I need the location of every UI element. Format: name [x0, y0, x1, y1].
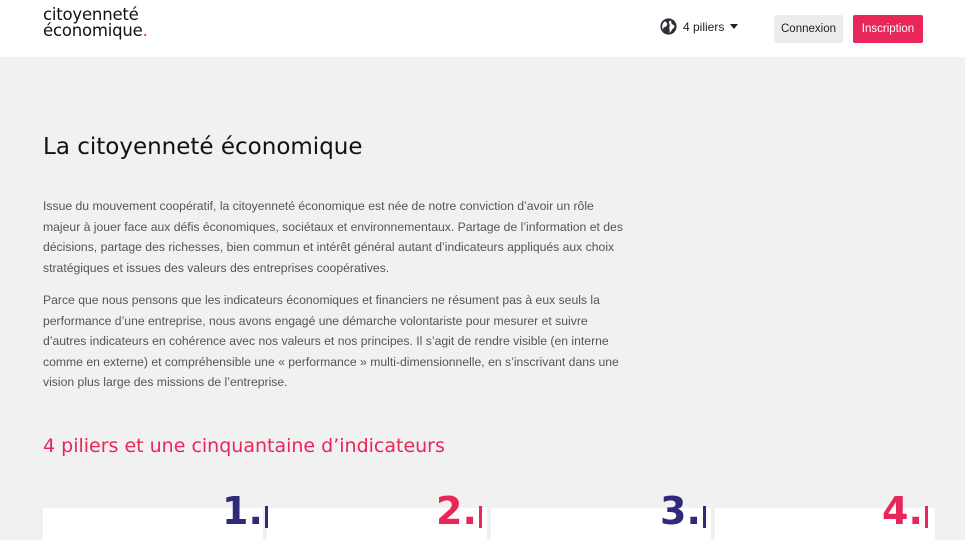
- pillar-number-2: 2.: [436, 491, 482, 531]
- page-title: La citoyenneté économique: [43, 134, 363, 160]
- pillars-menu-label: 4 piliers: [683, 19, 725, 34]
- logo-dot: .: [142, 21, 148, 40]
- site-logo[interactable]: citoyenneté économique.: [43, 6, 148, 40]
- approach-paragraph: Parce que nous pensons que les indicateu…: [43, 293, 619, 389]
- pillar-number-3: 3.: [660, 491, 706, 531]
- signup-button[interactable]: Inscription: [853, 15, 923, 43]
- logo-line2: économique: [43, 21, 143, 40]
- pillars-dropdown[interactable]: 4 piliers: [660, 18, 739, 35]
- section-title: 4 piliers et une cinquantaine d’indicate…: [43, 435, 445, 457]
- intro-paragraph: Issue du mouvement coopératif, la citoye…: [43, 199, 623, 275]
- login-button[interactable]: Connexion: [774, 15, 843, 43]
- navbar: citoyenneté économique. 4 piliers Connex…: [0, 0, 965, 57]
- pillar-number-4: 4.: [882, 491, 928, 531]
- pillar-number-1: 1.: [222, 491, 268, 531]
- globe-icon: [660, 18, 677, 35]
- caret-down-icon: [730, 24, 739, 29]
